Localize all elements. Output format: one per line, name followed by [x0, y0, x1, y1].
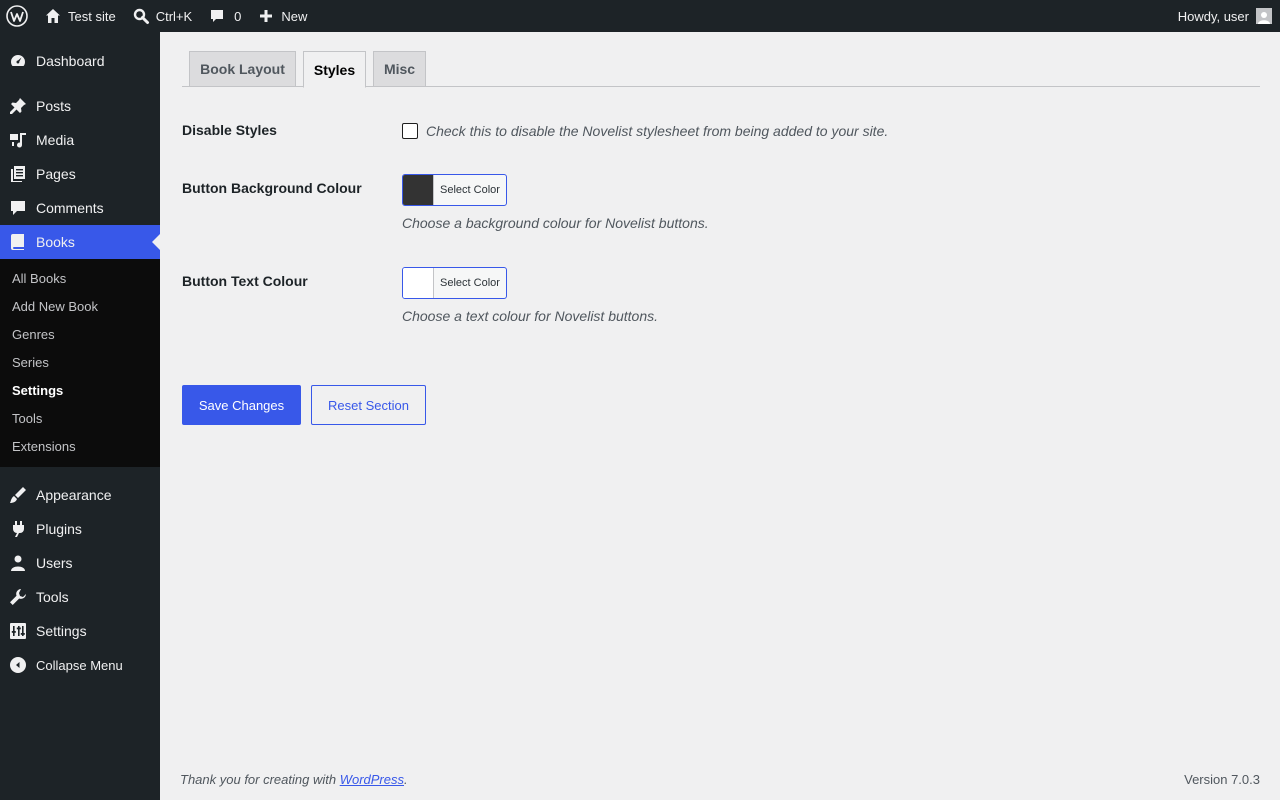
sidebar-item-label: Settings	[36, 623, 87, 639]
disable-styles-description: Check this to disable the Novelist style…	[426, 123, 889, 139]
sidebar-item-posts[interactable]: Posts	[0, 89, 160, 123]
button-bg-color-swatch	[403, 175, 434, 205]
plugin-icon	[8, 519, 28, 539]
sidebar-item-dashboard[interactable]: Dashboard	[0, 44, 160, 78]
wordpress-logo-icon	[6, 5, 28, 27]
admin-sidebar: Dashboard Posts Media Pages Comments Boo…	[0, 32, 160, 800]
button-bg-colour-description: Choose a background colour for Novelist …	[402, 215, 709, 231]
new-label: New	[281, 8, 308, 24]
save-changes-button[interactable]: Save Changes	[182, 385, 301, 425]
sidebar-item-label: Pages	[36, 166, 76, 182]
sidebar-item-plugins[interactable]: Plugins	[0, 512, 160, 546]
search-icon	[133, 8, 149, 24]
tab-styles[interactable]: Styles	[303, 51, 366, 88]
brush-icon	[8, 485, 28, 505]
comments-count: 0	[234, 8, 242, 24]
media-icon	[8, 130, 28, 150]
comment-bubble-icon	[211, 10, 224, 22]
site-name-link[interactable]: Test site	[36, 0, 124, 32]
site-name: Test site	[68, 8, 116, 24]
wordpress-logo-button[interactable]	[0, 0, 36, 32]
sidebar-item-users[interactable]: Users	[0, 546, 160, 580]
button-bg-select-color-label: Select Color	[440, 184, 500, 196]
submenu-item-settings[interactable]: Settings	[0, 377, 160, 405]
collapse-menu-label: Collapse Menu	[36, 657, 123, 673]
avatar	[1256, 8, 1272, 24]
footer-thanks-suffix: .	[404, 772, 408, 787]
sidebar-item-media[interactable]: Media	[0, 123, 160, 157]
submenu-item-tools[interactable]: Tools	[0, 405, 160, 433]
plus-icon	[260, 10, 273, 22]
books-submenu: All Books Add New Book Genres Series Set…	[0, 259, 160, 467]
settings-tabs: Book Layout Styles Misc	[182, 51, 1260, 88]
collapse-arrow-icon	[8, 655, 28, 675]
tab-book-layout[interactable]: Book Layout	[189, 51, 296, 87]
submenu-item-genres[interactable]: Genres	[0, 321, 160, 349]
submenu-item-series[interactable]: Series	[0, 349, 160, 377]
dashboard-icon	[8, 51, 28, 71]
button-text-colour-label: Button Text Colour	[182, 273, 308, 289]
sidebar-item-label: Comments	[36, 200, 104, 216]
sidebar-item-label: Posts	[36, 98, 72, 114]
submenu-item-extensions[interactable]: Extensions	[0, 433, 160, 461]
search-shortcut-button[interactable]: Ctrl+K	[124, 0, 200, 32]
sidebar-item-books[interactable]: Books	[0, 225, 160, 259]
button-text-colour-description: Choose a text colour for Novelist button…	[402, 308, 659, 324]
button-text-color-swatch	[403, 268, 434, 298]
version-text: Version 7.0.3	[1184, 772, 1260, 787]
footer-thanks-text: Thank you for creating with	[180, 772, 340, 787]
howdy-text: Howdy, user	[1177, 8, 1249, 24]
wordpress-link[interactable]: WordPress	[340, 772, 404, 787]
sidebar-item-label: Media	[36, 132, 75, 148]
footer-thanks: Thank you for creating with WordPress.	[180, 772, 408, 787]
user-icon	[8, 553, 28, 573]
home-icon	[46, 9, 60, 23]
disable-styles-checkbox[interactable]	[402, 123, 418, 139]
sidebar-item-settings[interactable]: Settings	[0, 614, 160, 648]
submenu-item-all-books[interactable]: All Books	[0, 265, 160, 293]
collapse-menu-button[interactable]: Collapse Menu	[0, 648, 160, 682]
button-text-color-picker[interactable]: Select Color	[402, 267, 507, 299]
new-content-button[interactable]: New	[249, 0, 315, 32]
tab-misc[interactable]: Misc	[373, 51, 426, 87]
sidebar-item-label: Books	[36, 234, 75, 250]
submenu-item-add-new-book[interactable]: Add New Book	[0, 293, 160, 321]
settings-content: Book Layout Styles Misc Disable Styles C…	[160, 32, 1280, 800]
reset-section-button[interactable]: Reset Section	[311, 385, 426, 425]
button-bg-color-picker[interactable]: Select Color	[402, 174, 507, 206]
button-bg-colour-label: Button Background Colour	[182, 180, 362, 196]
sidebar-item-tools[interactable]: Tools	[0, 580, 160, 614]
account-menu[interactable]: Howdy, user	[1170, 0, 1280, 32]
search-shortcut-label: Ctrl+K	[155, 8, 193, 24]
sidebar-item-pages[interactable]: Pages	[0, 157, 160, 191]
admin-bar: Test site Ctrl+K 0 New Howdy, user	[0, 0, 1280, 32]
sidebar-item-label: Users	[36, 555, 73, 571]
pages-icon	[8, 164, 28, 184]
wrench-icon	[8, 587, 28, 607]
button-text-select-color-label: Select Color	[440, 277, 500, 289]
sidebar-item-label: Tools	[36, 589, 69, 605]
sidebar-item-comments[interactable]: Comments	[0, 191, 160, 225]
user-silhouette-icon	[1258, 12, 1270, 24]
book-icon	[8, 232, 28, 252]
pin-icon	[8, 96, 28, 116]
comment-icon	[8, 198, 28, 218]
sidebar-item-label: Appearance	[36, 487, 112, 503]
sidebar-item-label: Dashboard	[36, 53, 105, 69]
disable-styles-label: Disable Styles	[182, 122, 277, 138]
sidebar-item-appearance[interactable]: Appearance	[0, 478, 160, 512]
sidebar-item-label: Plugins	[36, 521, 82, 537]
comments-link[interactable]: 0	[200, 0, 249, 32]
settings-icon	[8, 621, 28, 641]
